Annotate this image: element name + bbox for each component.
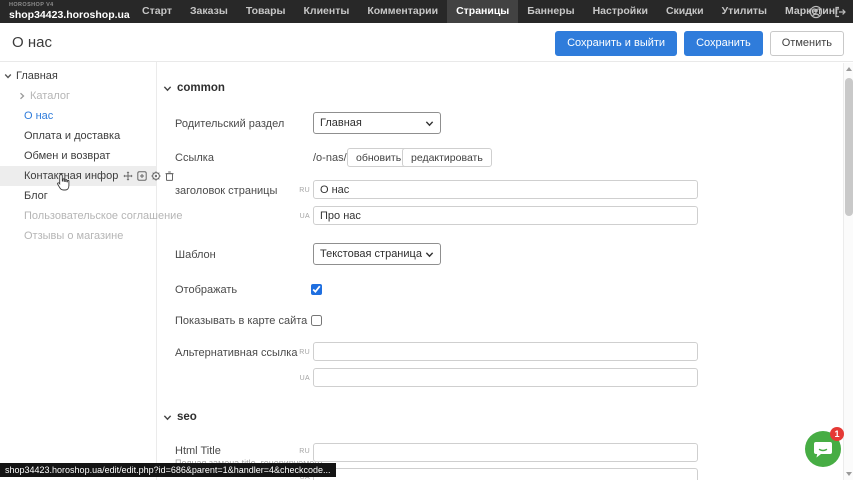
menu-item-comments[interactable]: Комментарии [358,0,447,23]
chevron-down-icon [425,250,434,259]
ru-lang-badge: RU [294,448,310,455]
chevron-down-icon [4,72,12,80]
tree-item-label: Оплата и доставка [24,130,120,142]
page-title: О нас [12,34,52,51]
pages-tree: Главная Каталог О нас Оплата и доставка … [0,66,156,246]
scroll-down-arrow[interactable] [846,472,852,476]
ua-lang-badge: UA [294,213,310,220]
brand-version-label: HOROSHOP V4 [9,3,133,9]
scroll-up-arrow[interactable] [846,67,852,71]
html-title-ru-input[interactable] [313,443,698,462]
menu-item-settings[interactable]: Настройки [584,0,657,23]
menu-item-pages[interactable]: Страницы [447,0,518,23]
parent-section-select[interactable]: Главная [313,112,441,134]
template-value: Текстовая страница [320,248,425,260]
link-preview-statusbar: shop34423.horoshop.ua/edit/edit.php?id=6… [0,463,336,477]
pages-tree-sidebar: Главная Каталог О нас Оплата и доставка … [0,62,157,480]
settings-gear-icon[interactable] [151,171,161,181]
brand-domain-label: shop34423.horoshop.ua [9,10,133,21]
tree-item-label: Пользовательское соглашение [24,210,182,222]
template-label: Шаблон [175,249,216,261]
parent-section-value: Главная [320,117,425,129]
section-seo-header[interactable]: seo [163,411,197,423]
ru-lang-badge: RU [294,349,310,356]
tree-item-label: Отзывы о магазине [24,230,123,242]
tree-item-obmen-i-vozvrat[interactable]: Обмен и возврат [0,146,156,166]
page-header: О нас Сохранить и выйти Сохранить Отмени… [0,23,853,62]
tree-item-kontaktnaya-informaciya[interactable]: Контактная инфор [0,166,156,186]
tree-item-o-nas[interactable]: О нас [0,106,156,126]
sitemap-checkbox[interactable] [311,315,322,326]
alt-link-ru-input[interactable] [313,342,698,361]
scrollbar-thumb[interactable] [845,78,853,216]
menu-item-start[interactable]: Старт [133,0,181,23]
support-chat-widget[interactable]: 1 [805,431,841,467]
menu-item-clients[interactable]: Клиенты [295,0,359,23]
chat-unread-badge: 1 [830,427,844,441]
chevron-down-icon [163,84,172,93]
brand-logo[interactable]: HOROSHOP V4 shop34423.horoshop.ua [9,3,133,20]
link-value: /o-nas/ [313,152,347,164]
link-update-button[interactable]: обновить [347,148,410,167]
html-title-ua-input[interactable] [313,468,698,480]
link-edit-button[interactable]: редактировать [402,148,492,167]
account-icon[interactable] [809,5,823,19]
delete-trash-icon[interactable] [165,171,174,181]
tree-item-otzyvy-o-magazine[interactable]: Отзывы о магазине [0,226,156,246]
add-subpage-icon[interactable] [137,171,147,181]
menu-item-discounts[interactable]: Скидки [657,0,713,23]
section-common-label: common [177,82,225,94]
logout-icon[interactable] [833,5,847,19]
menu-item-banners[interactable]: Баннеры [518,0,583,23]
link-label: Ссылка [175,152,214,164]
tree-item-blog[interactable]: Блог [0,186,156,206]
cancel-button[interactable]: Отменить [770,31,844,56]
tree-item-katalog[interactable]: Каталог [0,86,156,106]
ua-lang-badge: UA [294,375,310,382]
tree-row-actions [123,171,174,181]
template-select[interactable]: Текстовая страница [313,243,441,265]
tree-item-glavnaya[interactable]: Главная [0,66,156,86]
main-menu: Старт Заказы Товары Клиенты Комментарии … [133,0,853,23]
tree-item-label: Блог [24,190,48,202]
chevron-down-icon [163,413,172,422]
page-title-field-label: заголовок страницы [175,185,277,197]
html-title-label: Html Title [175,445,221,457]
tree-item-label: Каталог [30,90,70,102]
page-title-ru-input[interactable] [313,180,698,199]
alt-link-ua-input[interactable] [313,368,698,387]
top-navigation-bar: HOROSHOP V4 shop34423.horoshop.ua Старт … [0,0,853,23]
menu-item-seo[interactable]: Seo [848,0,853,23]
display-label: Отображать [175,284,237,296]
menu-item-orders[interactable]: Заказы [181,0,237,23]
tree-item-label: Контактная инфор [24,170,118,182]
topbar-icon-group [809,0,847,23]
tree-item-label: Главная [16,70,58,82]
tree-item-oplata-i-dostavka[interactable]: Оплата и доставка [0,126,156,146]
section-seo-label: seo [177,411,197,423]
tree-item-polzovatelskoe-soglashenie[interactable]: Пользовательское соглашение [0,206,156,226]
chevron-down-icon [425,119,434,128]
ru-lang-badge: RU [294,187,310,194]
save-button[interactable]: Сохранить [684,31,763,56]
page-title-ua-input[interactable] [313,206,698,225]
vertical-scrollbar[interactable] [843,63,853,480]
alt-link-label: Альтернативная ссылка [175,347,297,359]
tree-item-label: О нас [24,110,53,122]
page-edit-form: common Родительский раздел Главная Ссылк… [158,62,843,480]
display-checkbox[interactable] [311,284,322,295]
tree-item-label: Обмен и возврат [24,150,110,162]
menu-item-utilities[interactable]: Утилиты [713,0,776,23]
save-and-exit-button[interactable]: Сохранить и выйти [555,31,677,56]
parent-section-label: Родительский раздел [175,118,284,130]
sitemap-label: Показывать в карте сайта [175,315,307,327]
chevron-right-icon [18,92,26,100]
section-common-header[interactable]: common [163,82,225,94]
drag-move-icon[interactable] [123,171,133,181]
header-actions: Сохранить и выйти Сохранить Отменить [555,31,844,56]
menu-item-products[interactable]: Товары [237,0,295,23]
